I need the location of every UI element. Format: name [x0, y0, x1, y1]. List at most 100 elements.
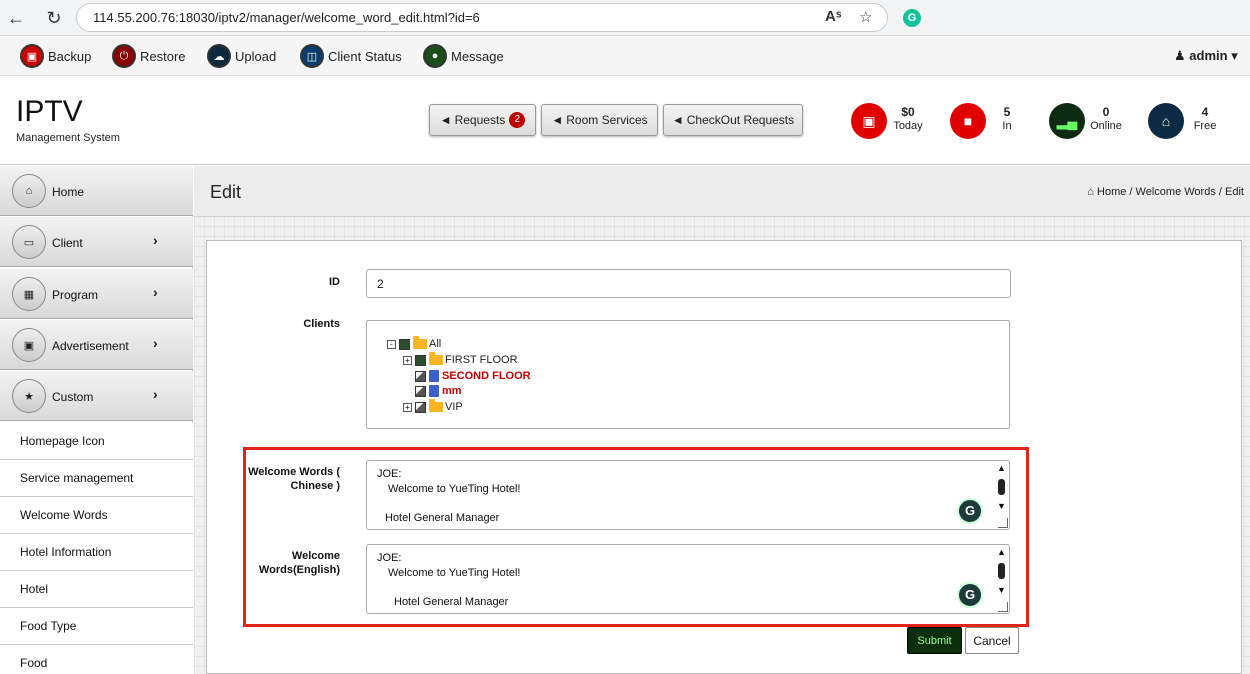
- clients-tree[interactable]: - All + FIRST FLOOR SECOND FLOOR mm + VI…: [366, 320, 1010, 429]
- cancel-button[interactable]: Cancel: [965, 627, 1019, 654]
- tree-checkbox[interactable]: [415, 370, 426, 382]
- sidebar-subitem-hotel-information[interactable]: Hotel Information: [0, 534, 193, 571]
- tree-node-label: All: [429, 338, 442, 350]
- stat-in-value: 5: [1003, 105, 1011, 119]
- tree-node-vip[interactable]: + VIP: [403, 399, 463, 414]
- collapse-icon[interactable]: -: [387, 339, 396, 349]
- sidebar-subitem-homepage-icon[interactable]: Homepage Icon: [0, 423, 193, 460]
- tree-checkbox[interactable]: [415, 401, 426, 413]
- highlight-box: [243, 447, 1029, 627]
- chevron-right-icon: ›: [153, 284, 158, 300]
- sidebar-subitem-service-management[interactable]: Service management: [0, 460, 193, 497]
- star-icon[interactable]: ☆: [859, 8, 872, 26]
- tree-node-all[interactable]: - All: [387, 336, 442, 351]
- stat-in-label: In: [1002, 120, 1012, 132]
- chevron-right-icon: ›: [153, 232, 158, 248]
- stat-free-value: 4: [1201, 105, 1209, 119]
- submit-button[interactable]: Submit: [907, 627, 962, 654]
- app-logo-title: IPTV: [16, 95, 83, 128]
- sidebar-subitem-hotel[interactable]: Hotel: [0, 571, 193, 608]
- chevron-right-icon: ›: [153, 386, 158, 402]
- client-status-label: Client Status: [328, 48, 402, 64]
- stat-online-label: Online: [1090, 120, 1122, 132]
- reload-icon[interactable]: ↻: [42, 6, 66, 30]
- read-aloud-icon[interactable]: Aˢ: [825, 8, 841, 25]
- breadcrumb-separator: /: [1218, 186, 1222, 198]
- message-button[interactable]: ● Message: [423, 43, 504, 69]
- tree-checkbox[interactable]: [415, 354, 426, 366]
- tree-node-second-floor[interactable]: SECOND FLOOR: [415, 369, 531, 383]
- sidebar-item-client[interactable]: ▭ Client ›: [0, 217, 193, 267]
- caret-down-icon: ▾: [1231, 48, 1238, 63]
- folder-icon: [429, 399, 443, 412]
- sidebar-subitem-welcome-words[interactable]: Welcome Words: [0, 497, 193, 534]
- breadcrumb: ⌂ Home / Welcome Words / Edit: [1087, 186, 1244, 198]
- sidebar-subitem-label: Food Type: [20, 619, 77, 633]
- tree-node-label: SECOND FLOOR: [442, 370, 531, 382]
- sidebar-subitem-food-type[interactable]: Food Type: [0, 608, 193, 645]
- tree-node-first-floor[interactable]: + FIRST FLOOR: [403, 352, 518, 367]
- expand-icon[interactable]: +: [403, 402, 412, 412]
- client-status-button[interactable]: ◫ Client Status: [300, 43, 402, 69]
- breadcrumb-home[interactable]: Home: [1097, 186, 1126, 198]
- stat-online: ▂▄ 0 Online: [1049, 101, 1129, 141]
- stat-free: ⌂ 4 Free: [1148, 101, 1228, 141]
- tree-node-mm[interactable]: mm: [415, 384, 462, 398]
- file-icon: [429, 385, 439, 397]
- breadcrumb-current: Edit: [1225, 186, 1244, 198]
- home-icon: ⌂: [12, 174, 46, 208]
- tree-checkbox[interactable]: [415, 385, 426, 397]
- file-icon: [429, 370, 439, 382]
- megaphone-icon: ◄: [439, 113, 452, 127]
- user-icon: ♟: [1174, 48, 1186, 63]
- sidebar-item-label: Client: [52, 236, 83, 250]
- checkout-requests-label: CheckOut Requests: [686, 113, 795, 127]
- upload-button[interactable]: ☁ Upload: [207, 43, 276, 69]
- restore-button[interactable]: ⏻ Restore: [112, 43, 186, 69]
- stat-today: ▣ $0 Today: [851, 101, 931, 141]
- sidebar-item-home[interactable]: ⌂ Home: [0, 166, 193, 216]
- tree-checkbox[interactable]: [399, 338, 410, 350]
- sidebar-item-label: Custom: [52, 390, 94, 404]
- sidebar-item-advertisement[interactable]: ▣ Advertisement ›: [0, 320, 193, 370]
- sidebar-item-custom[interactable]: ★ Custom ›: [0, 371, 193, 421]
- tree-node-label: VIP: [445, 401, 463, 413]
- tree-node-label: mm: [442, 385, 462, 397]
- sidebar-subitem-label: Hotel: [20, 582, 49, 596]
- stat-online-value: 0: [1102, 105, 1110, 119]
- clients-label: Clients: [303, 318, 340, 330]
- requests-button[interactable]: ◄ Requests 2: [429, 104, 536, 136]
- megaphone-icon: ◄: [671, 113, 684, 127]
- id-label: ID: [329, 276, 340, 288]
- breadcrumb-separator: /: [1129, 186, 1133, 198]
- cloud-upload-icon: ☁: [207, 44, 231, 68]
- app-logo-subtitle: Management System: [16, 132, 120, 144]
- top-toolbar: ▣ Backup ⏻ Restore ☁ Upload ◫ Client Sta…: [0, 36, 1250, 76]
- stat-in: ■ 5 In: [950, 101, 1030, 141]
- backup-label: Backup: [48, 48, 92, 64]
- sidebar-subitem-label: Welcome Words: [20, 508, 108, 522]
- power-icon: ⏻: [112, 44, 136, 68]
- grammarly-extension-icon[interactable]: G: [903, 9, 921, 27]
- monitor-icon: ▭: [12, 225, 46, 259]
- image-icon: ▣: [12, 328, 46, 362]
- requests-count-badge: 2: [509, 112, 526, 128]
- room-services-label: Room Services: [566, 113, 648, 127]
- room-services-button[interactable]: ◄ Room Services: [541, 104, 658, 136]
- sidebar-subitem-food[interactable]: Food: [0, 645, 193, 674]
- sidebar-subitem-label: Service management: [20, 471, 134, 485]
- stat-free-label: Free: [1193, 120, 1217, 132]
- sidebar-item-label: Program: [52, 288, 99, 302]
- address-bar[interactable]: 114.55.200.76:18030/iptv2/manager/welcom…: [76, 3, 888, 32]
- folder-icon: [429, 352, 443, 365]
- id-input[interactable]: [366, 269, 1011, 298]
- restore-label: Restore: [140, 48, 186, 64]
- checkout-requests-button[interactable]: ◄ CheckOut Requests: [663, 104, 803, 136]
- monitor-icon: ◫: [300, 44, 324, 68]
- backup-button[interactable]: ▣ Backup: [20, 43, 91, 69]
- back-arrow-icon[interactable]: ←: [4, 6, 28, 30]
- breadcrumb-welcome-words[interactable]: Welcome Words: [1136, 186, 1216, 198]
- sidebar-item-program[interactable]: ▦ Program ›: [0, 269, 193, 319]
- expand-icon[interactable]: +: [403, 355, 412, 365]
- user-menu[interactable]: ♟ admin ▾: [1174, 48, 1238, 64]
